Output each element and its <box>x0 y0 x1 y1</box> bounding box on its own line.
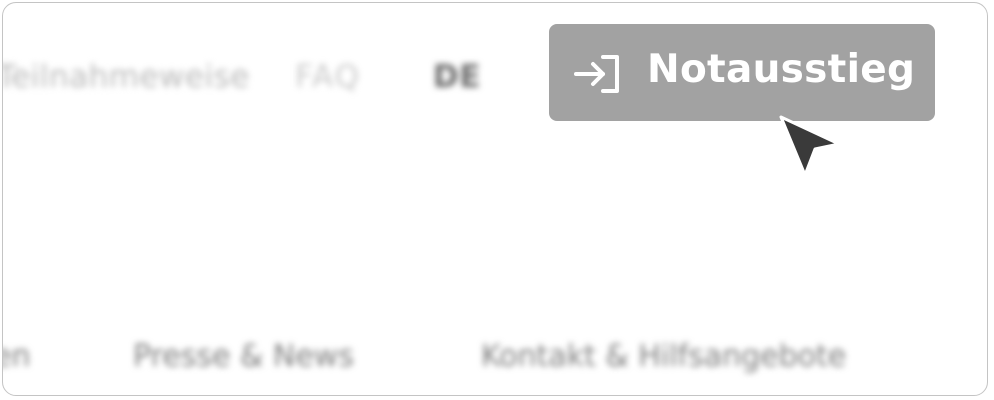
nav-link-faq[interactable]: FAQ <box>295 59 361 95</box>
emergency-exit-button[interactable]: Notausstieg <box>549 24 935 121</box>
emergency-exit-label: Notausstieg <box>647 47 916 92</box>
language-switch[interactable]: DE <box>433 59 481 95</box>
nav-link-teilnahmeweise[interactable]: Teilnahmeweise <box>3 59 250 95</box>
mouse-pointer-icon <box>779 115 841 177</box>
nav-link-presse-news[interactable]: Presse & News <box>133 339 354 374</box>
nav-link-partial[interactable]: en <box>3 339 30 374</box>
browser-viewport: Teilnahmeweise FAQ DE Notausstieg en Pre… <box>2 2 988 396</box>
nav-link-kontakt-hilfsangebote[interactable]: Kontakt & Hilfsangebote <box>481 339 846 374</box>
exit-arrow-icon <box>574 55 619 93</box>
